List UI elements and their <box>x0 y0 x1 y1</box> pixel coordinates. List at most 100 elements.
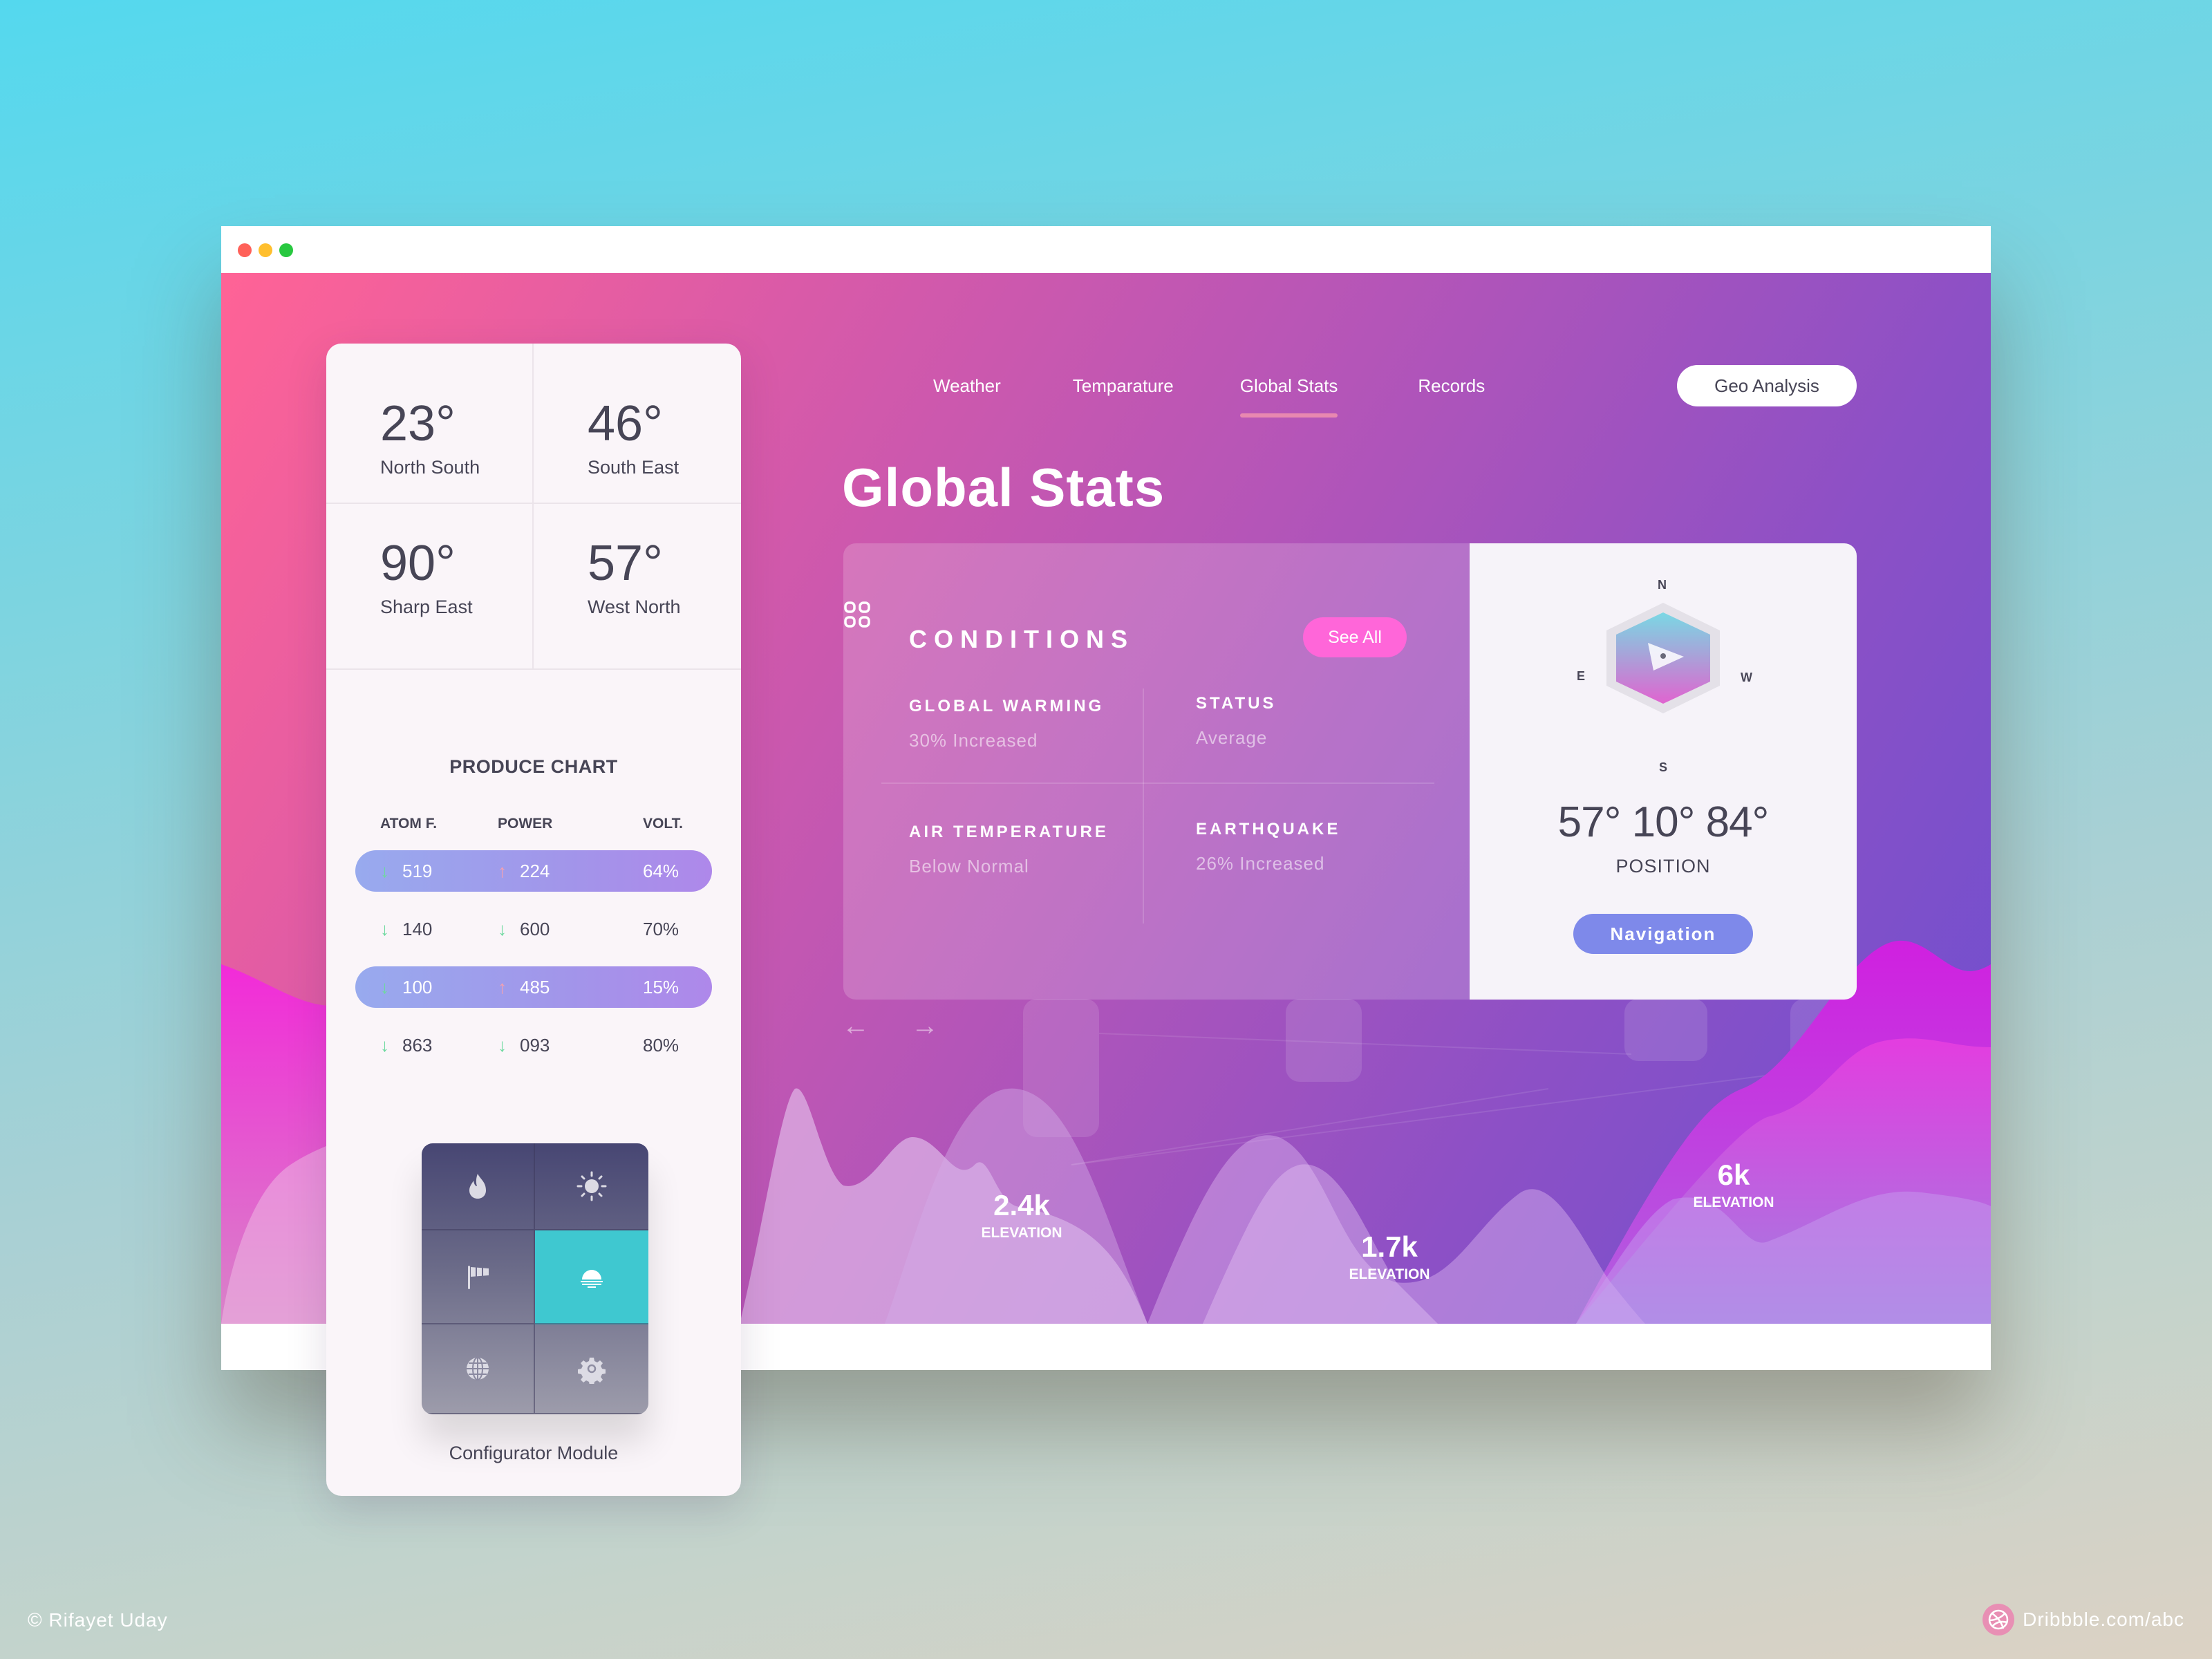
condition-label: AIR TEMPERATURE <box>909 823 1109 841</box>
stat-west-north: 57° West North <box>534 504 741 670</box>
atom-cell-value: 100 <box>402 976 433 997</box>
elevation-marker: 6k ELEVATION <box>1665 1159 1803 1211</box>
minimize-window-button[interactable] <box>259 243 272 257</box>
config-flame-button[interactable] <box>422 1143 535 1230</box>
geo-analysis-button[interactable]: Geo Analysis <box>1677 365 1857 406</box>
power-cell-value: 485 <box>520 976 550 997</box>
arrow-down-icon: ↓ <box>380 860 389 881</box>
arrow-down-icon: ↓ <box>380 976 389 997</box>
power-cell: ↓ 600 <box>498 919 643 940</box>
produce-chart-row[interactable]: ↓ 519 ↑ 224 64% <box>355 850 712 892</box>
sun-icon <box>577 1171 607 1201</box>
stat-label: Sharp East <box>380 597 473 617</box>
produce-chart-header: ATOM F. POWER VOLT. <box>326 816 741 832</box>
config-globe-button[interactable] <box>422 1324 535 1414</box>
dribbble-link-text[interactable]: Dribbble.com/abc <box>2023 1609 2184 1631</box>
arrow-down-icon: ↓ <box>380 1034 389 1056</box>
elevation-label: ELEVATION <box>981 1225 1062 1241</box>
arrow-down-icon: ↓ <box>498 1034 507 1056</box>
atom-cell: ↓ 140 <box>380 919 498 940</box>
divider <box>1143 688 1144 924</box>
close-window-button[interactable] <box>238 243 252 257</box>
elevation-marker: 1.7k ELEVATION <box>1320 1230 1459 1283</box>
dribbble-link[interactable]: Dribbble.com/abc <box>1983 1604 2184 1635</box>
produce-chart-title: PRODUCE CHART <box>449 756 618 777</box>
gear-icon <box>578 1358 606 1384</box>
stat-south-east: 46° South East <box>534 344 741 504</box>
volt-cell: 70% <box>643 918 679 939</box>
elevation-value: 2.4k <box>993 1189 1050 1221</box>
config-sun-button[interactable] <box>535 1143 648 1230</box>
maximize-window-button[interactable] <box>279 243 293 257</box>
condition-value: Below Normal <box>909 856 1029 877</box>
sunset-icon <box>581 1270 603 1288</box>
top-nav: Weather Temparature Global Stats Records <box>933 365 1551 418</box>
page-title: Global Stats <box>842 457 1165 518</box>
configurator-module <box>422 1143 648 1414</box>
power-cell-value: 224 <box>520 860 550 881</box>
volt-cell: 80% <box>643 1034 679 1056</box>
credit-text: © Rifayet Uday <box>28 1609 168 1631</box>
compass-west-label: W <box>1741 671 1752 684</box>
stat-label: North South <box>380 457 480 478</box>
condition-value: 30% Increased <box>909 730 1038 751</box>
globe-icon <box>467 1357 489 1380</box>
condition-label: GLOBAL WARMING <box>909 697 1105 715</box>
elevation-label: ELEVATION <box>1693 1194 1774 1210</box>
side-panel: 23° North South 46° South East 90° Sharp… <box>326 344 741 1496</box>
stat-value: 23° <box>380 396 456 451</box>
conditions-title: CONDITIONS <box>909 625 1135 653</box>
column-header-power: POWER <box>498 816 553 832</box>
compass-south-label: S <box>1659 760 1668 774</box>
stat-value: 46° <box>588 396 663 451</box>
stat-sharp-east: 90° Sharp East <box>326 504 534 670</box>
atom-cell: ↓ 100 <box>380 977 498 998</box>
condition-value: Average <box>1196 727 1268 748</box>
condition-air-temperature: AIR TEMPERATURE Below Normal <box>909 823 1109 877</box>
navigation-button[interactable]: Navigation <box>1573 914 1753 954</box>
config-settings-button[interactable] <box>535 1324 648 1414</box>
condition-global-warming: GLOBAL WARMING 30% Increased <box>909 697 1104 751</box>
elevation-label: ELEVATION <box>1349 1266 1430 1282</box>
compass-north-label: N <box>1658 578 1667 592</box>
stat-value: 57° <box>588 536 663 591</box>
windsock-icon <box>468 1266 489 1289</box>
column-header-atom: ATOM F. <box>380 816 438 832</box>
compass-card: N E W S 57° 10° 84° POSITION Navigation <box>1470 543 1857 1000</box>
column-header-volt: VOLT. <box>643 816 683 832</box>
config-wind-button[interactable] <box>422 1230 535 1324</box>
position-label: POSITION <box>1615 856 1711 877</box>
power-cell: ↓ 093 <box>498 1035 643 1056</box>
atom-cell-value: 140 <box>402 918 433 939</box>
stat-label: West North <box>588 597 681 617</box>
produce-chart-row[interactable]: ↓ 100 ↑ 485 15% <box>355 966 712 1008</box>
volt-cell: 64% <box>643 860 679 881</box>
arrow-down-icon: ↓ <box>380 918 389 939</box>
condition-earthquake: EARTHQUAKE 26% Increased <box>1196 820 1340 874</box>
condition-label: EARTHQUAKE <box>1196 820 1341 838</box>
atom-cell: ↓ 863 <box>380 1035 498 1056</box>
stat-north-south: 23° North South <box>326 344 534 504</box>
volt-cell: 15% <box>643 976 679 997</box>
carousel-next-button[interactable]: → <box>911 1011 939 1042</box>
condition-value: 26% Increased <box>1196 853 1325 874</box>
elevation-value: 6k <box>1717 1159 1750 1191</box>
direction-stats: 23° North South 46° South East 90° Sharp… <box>326 344 741 670</box>
atom-cell: ↓ 519 <box>380 861 498 882</box>
config-sunset-button[interactable] <box>535 1230 648 1324</box>
nav-item-weather[interactable]: Weather <box>933 375 1001 397</box>
carousel-prev-button[interactable]: ← <box>842 1011 870 1042</box>
produce-chart-row[interactable]: ↓ 140 ↓ 600 70% <box>355 908 712 950</box>
stat-label: South East <box>588 457 679 478</box>
nav-item-records[interactable]: Records <box>1418 375 1485 397</box>
nav-item-temperature[interactable]: Temparature <box>1073 375 1174 397</box>
compass-east-label: E <box>1577 669 1586 683</box>
nav-item-global-stats[interactable]: Global Stats <box>1239 375 1338 418</box>
see-all-button[interactable]: See All <box>1303 617 1407 657</box>
arrow-up-icon: ↑ <box>498 976 507 997</box>
flame-icon <box>469 1174 486 1199</box>
produce-chart-row[interactable]: ↓ 863 ↓ 093 80% <box>355 1024 712 1066</box>
produce-chart-rows: ↓ 519 ↑ 224 64% ↓ 140 ↓ 600 70% ↓ 100 ↑ 485 15% ↓ 863 ↓ 09… <box>326 850 741 1066</box>
elevation-value: 1.7k <box>1361 1230 1418 1263</box>
power-cell-value: 600 <box>520 918 550 939</box>
